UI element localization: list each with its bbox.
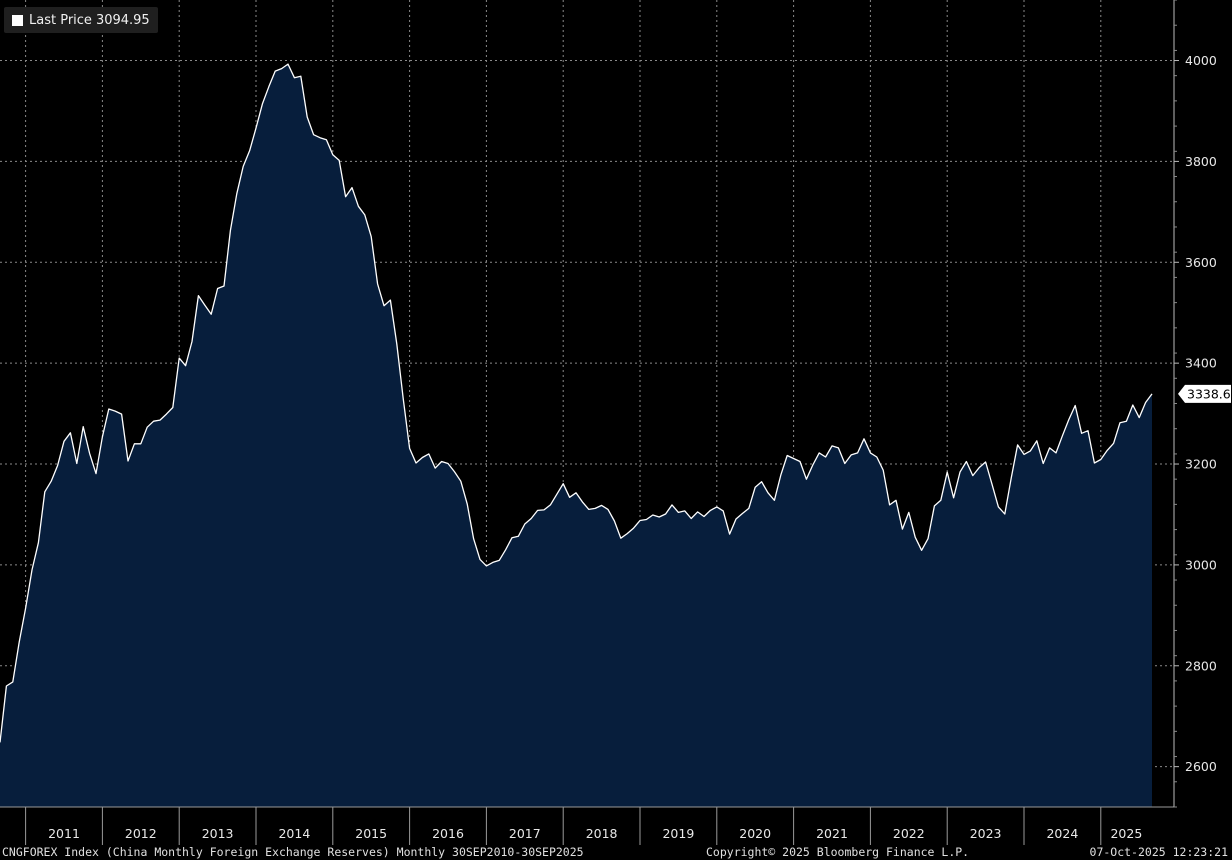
y-tick-label-3600: 3600 (1185, 255, 1217, 270)
x-tick-label-2017: 2017 (509, 826, 541, 841)
x-tick-label-2020: 2020 (739, 826, 771, 841)
y-tick-label-2600: 2600 (1185, 759, 1217, 774)
y-tick-label-4000: 4000 (1185, 53, 1217, 68)
chart: 26002800300032003400360038004000 2011 201… (0, 0, 1232, 845)
x-tick-label-2022: 2022 (893, 826, 925, 841)
x-tick-label-2025: 2025 (1110, 826, 1142, 841)
x-tick-label-2011: 2011 (48, 826, 80, 841)
x-tick-label-2013: 2013 (202, 826, 234, 841)
x-axis: 2011 2012 2013 2014 2015 2016 2017 2018 2019 2020… (25, 807, 1142, 845)
footer-description: CNGFOREX Index (China Monthly Foreign Ex… (2, 845, 584, 859)
legend: Last Price 3094.95 (4, 7, 158, 33)
x-tick-label-2024: 2024 (1046, 826, 1078, 841)
area-fill (0, 64, 1152, 808)
x-tick-label-2012: 2012 (125, 826, 157, 841)
x-tick-label-2016: 2016 (432, 826, 464, 841)
x-tick-label-2019: 2019 (662, 826, 694, 841)
legend-label: Last Price (29, 12, 92, 28)
y-tick-label-3400: 3400 (1185, 356, 1217, 371)
footer: CNGFOREX Index (China Monthly Foreign Ex… (0, 845, 1232, 860)
x-tick-label-2014: 2014 (278, 826, 310, 841)
x-tick-label-2023: 2023 (970, 826, 1002, 841)
y-tick-label-3800: 3800 (1185, 154, 1217, 169)
last-value-tag: 3338.66 (1178, 384, 1232, 403)
y-tick-label-3000: 3000 (1185, 557, 1217, 572)
footer-timestamp: 07-Oct-2025 12:23:21 (1089, 845, 1228, 859)
last-value-tag-text: 3338.66 (1187, 386, 1232, 401)
y-tick-label-3200: 3200 (1185, 457, 1217, 472)
y-axis: 2600 2800 3000 3200 3400 3600 3800 4000 (1174, 0, 1217, 808)
x-tick-label-2021: 2021 (816, 826, 848, 841)
x-tick-label-2015: 2015 (355, 826, 387, 841)
x-tick-label-2018: 2018 (586, 826, 618, 841)
legend-value: 3094.95 (95, 12, 150, 28)
footer-copyright: Copyright© 2025 Bloomberg Finance L.P. (706, 845, 970, 859)
legend-swatch (12, 14, 23, 26)
y-tick-label-2800: 2800 (1185, 658, 1217, 673)
